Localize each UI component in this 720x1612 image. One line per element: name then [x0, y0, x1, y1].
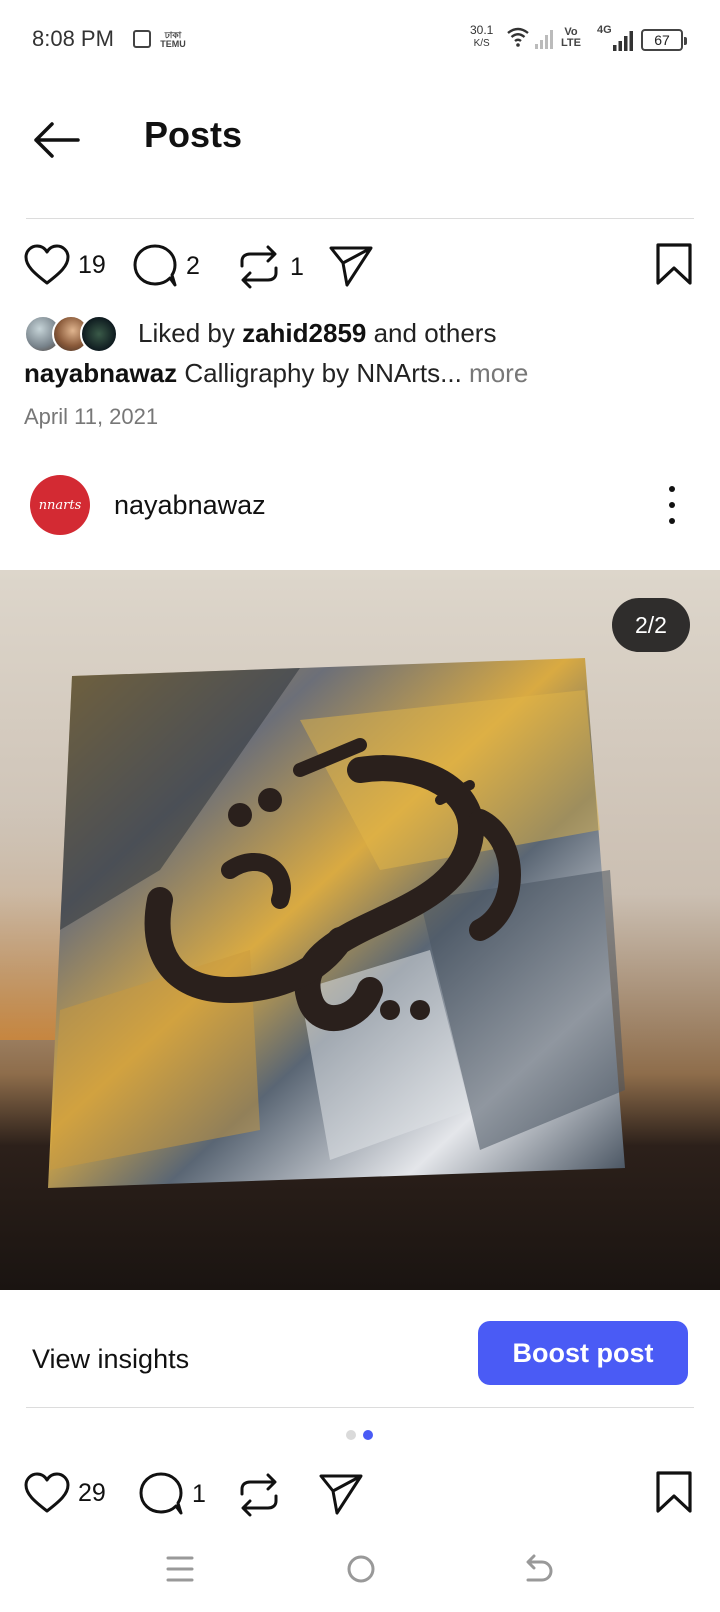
page-title: Posts — [144, 114, 243, 155]
post2-action-row: 29 1 — [0, 1466, 720, 1526]
post2-image[interactable]: 2/2 — [0, 570, 720, 1290]
home-circle-icon[interactable] — [346, 1554, 376, 1584]
post2-share-button[interactable] — [318, 1472, 364, 1516]
post2-save-button[interactable] — [654, 1470, 694, 1519]
insights-divider — [26, 1407, 694, 1408]
view-insights-link[interactable]: View insights — [32, 1344, 189, 1375]
post1-like-count: 19 — [78, 250, 106, 279]
liker-avatars — [24, 313, 124, 353]
carousel-dot-active — [363, 1430, 373, 1440]
bookmark-icon — [656, 1471, 692, 1513]
send-icon — [319, 1474, 363, 1515]
arrow-left-icon — [34, 122, 80, 158]
post1-repost-count: 1 — [290, 252, 304, 281]
status-time: 8:08 PM — [32, 26, 114, 51]
caption-more-link[interactable]: more — [462, 358, 528, 388]
volte-indicator: Vo LTE — [561, 26, 581, 49]
network-speed: 30.1 K/S — [470, 23, 494, 50]
post1-action-row: 19 2 1 — [0, 236, 720, 296]
liked-by-text: Liked by zahid2859 and others — [138, 317, 497, 348]
notification-app-icon — [133, 30, 151, 48]
signal-weak-icon — [535, 30, 553, 49]
post1-comment-button[interactable]: 2 — [132, 244, 200, 288]
post1-repost-button[interactable]: 1 — [236, 244, 304, 290]
post1-like-button[interactable]: 19 — [24, 244, 106, 286]
post1-caption[interactable]: nayabnawaz Calligraphy by NNArts... more — [24, 358, 528, 389]
post1-share-button[interactable] — [328, 244, 374, 288]
heart-icon — [24, 1472, 70, 1513]
post2-insights-row: View insights Boost post — [0, 1310, 720, 1410]
post1-save-button[interactable] — [654, 242, 694, 291]
system-nav-bar — [0, 1540, 720, 1612]
calligraphy-painting — [0, 658, 625, 1188]
menu-icon[interactable] — [166, 1554, 194, 1584]
post2-header: nnarts nayabnawaz — [0, 470, 720, 540]
carousel-indicator — [346, 1430, 373, 1440]
notification-label: ঢাকা TEMU — [160, 30, 186, 49]
network-type: 4G — [597, 24, 612, 36]
post2-comment-count: 1 — [192, 1479, 206, 1508]
post2-like-count: 29 — [78, 1478, 106, 1507]
heart-icon — [24, 244, 70, 285]
repost-icon — [240, 1473, 278, 1517]
post2-like-button[interactable]: 29 — [24, 1472, 106, 1514]
post2-repost-button[interactable] — [236, 1472, 282, 1518]
post1-date: April 11, 2021 — [24, 404, 159, 429]
post1-liked-by[interactable]: Liked by zahid2859 and others — [24, 312, 704, 354]
more-options-icon[interactable] — [666, 486, 678, 524]
back-button[interactable] — [30, 116, 82, 164]
comment-icon — [133, 244, 177, 287]
image-counter: 2/2 — [612, 598, 690, 652]
wifi-icon — [507, 27, 529, 47]
bookmark-icon — [656, 243, 692, 285]
header-divider — [26, 218, 694, 219]
back-icon[interactable] — [524, 1554, 554, 1584]
liked-by-user[interactable]: zahid2859 — [242, 318, 366, 348]
battery-indicator: 67 — [641, 29, 687, 51]
caption-username[interactable]: nayabnawaz — [24, 358, 177, 388]
repost-icon — [240, 245, 278, 289]
comment-icon — [139, 1472, 183, 1515]
post2-avatar[interactable]: nnarts — [30, 475, 90, 535]
send-icon — [329, 246, 373, 287]
avatar — [80, 315, 118, 353]
post2-comment-button[interactable]: 1 — [138, 1472, 206, 1516]
carousel-dot — [346, 1430, 356, 1440]
signal-strong-icon — [613, 31, 633, 51]
header: Posts — [0, 90, 720, 190]
post1-comment-count: 2 — [186, 251, 200, 280]
status-bar: 8:08 PM ঢাকা TEMU 30.1 K/S Vo LTE 4G 67 — [0, 0, 720, 84]
post2-username[interactable]: nayabnawaz — [114, 490, 266, 521]
boost-post-button[interactable]: Boost post — [478, 1321, 688, 1385]
